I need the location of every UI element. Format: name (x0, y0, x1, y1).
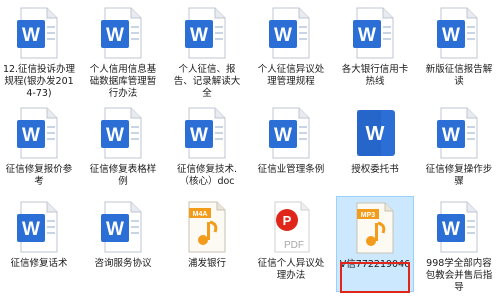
file-label: V信772219046 (339, 259, 411, 270)
file-label: 征信修复报价参考 (5, 164, 73, 187)
word-file-icon: W (269, 107, 310, 159)
file-label: 征信修复话术 (10, 258, 68, 269)
file-label: 浦发银行 (187, 258, 226, 269)
file-label: 授权委托书 (351, 164, 399, 175)
file-item-pdf[interactable]: P PDF 征信个人异议处理办法 (252, 196, 330, 292)
word-file-icon: W (101, 201, 142, 253)
svg-text:W: W (442, 219, 460, 240)
file-label: 个人信用信息基础数据库管理暂行办法 (89, 64, 157, 99)
file-label: 征信修复表格样例 (89, 164, 157, 187)
file-item-word[interactable]: W 个人征信、报告、记录解读大全 (168, 2, 246, 99)
file-label: 征信修复技术.（核心）doc (176, 164, 238, 187)
file-item-word[interactable]: W 征信修复话术 (0, 196, 78, 292)
pdf-badge: PDF (284, 240, 304, 251)
file-item-word[interactable]: W 征信修复技术.（核心）doc (168, 102, 246, 198)
file-label: 咨询服务协议 (94, 258, 152, 269)
svg-text:W: W (22, 219, 40, 240)
file-item-word[interactable]: W 个人信用信息基础数据库管理暂行办法 (84, 2, 162, 99)
file-item-word[interactable]: W 征信业管理条例 (252, 102, 330, 198)
file-label: 征信修复操作步骤 (425, 164, 493, 187)
svg-text:W: W (442, 25, 460, 46)
file-item-word[interactable]: W 咨询服务协议 (84, 196, 162, 292)
file-label: 个人征信、报告、记录解读大全 (173, 64, 241, 99)
file-item-audio-selected[interactable]: MP3 V信772219046 (336, 196, 414, 292)
word-file-icon: W (353, 7, 394, 59)
svg-text:W: W (106, 219, 124, 240)
file-label: 征信个人异议处理办法 (257, 258, 325, 281)
svg-text:W: W (274, 25, 292, 46)
m4a-badge: M4A (193, 211, 208, 218)
word-file-icon: W (17, 107, 58, 159)
word-file-icon: W (437, 201, 478, 253)
svg-text:W: W (106, 25, 124, 46)
word-file-icon: W (269, 7, 310, 59)
svg-text:P: P (283, 213, 292, 228)
file-item-word[interactable]: W 征信修复操作步骤 (420, 102, 498, 198)
svg-text:W: W (106, 125, 124, 146)
file-item-audio[interactable]: M4A 浦发银行 (168, 196, 246, 292)
svg-text:W: W (358, 25, 376, 46)
pdf-file-icon: P PDF (274, 201, 310, 253)
file-item-word[interactable]: W 征信修复表格样例 (84, 102, 162, 198)
file-item-word[interactable]: W 新版征信报告解读 (420, 2, 498, 98)
svg-text:W: W (442, 125, 460, 146)
word-file-icon: W (437, 107, 478, 159)
file-label: 12.征信投诉办理规程(银办发2014-73) (2, 64, 76, 99)
word-file-icon: W (101, 7, 142, 59)
svg-text:W: W (190, 25, 208, 46)
svg-text:W: W (274, 125, 292, 146)
word-file-icon: W (17, 7, 58, 59)
audio-file-icon: MP3 (356, 202, 394, 254)
file-label: 各大银行信用卡热线 (341, 64, 409, 87)
svg-text:W: W (22, 125, 40, 146)
svg-text:W: W (190, 125, 208, 146)
word-file-icon: W (185, 107, 226, 159)
file-item-word[interactable]: W 998学全部内容包教会并售后指导 (420, 196, 498, 293)
file-label: 新版征信报告解读 (425, 64, 493, 87)
word-file-icon: W (101, 107, 142, 159)
word-file-icon: W (437, 7, 478, 59)
file-label: 征信业管理条例 (257, 164, 325, 175)
mp3-badge: MP3 (361, 212, 376, 219)
audio-file-icon: M4A (188, 201, 226, 253)
word-file-icon: W (17, 201, 58, 253)
word-file-icon: W (185, 7, 226, 59)
file-item-word[interactable]: W 个人征信异议处理管理规程 (252, 2, 330, 98)
file-label: 个人征信异议处理管理规程 (257, 64, 325, 87)
file-item-word[interactable]: W 征信修复报价参考 (0, 102, 78, 198)
file-label: 998学全部内容包教会并售后指导 (425, 258, 493, 293)
file-item-word[interactable]: W 12.征信投诉办理规程(银办发2014-73) (0, 2, 78, 99)
file-item-word[interactable]: W 授权委托书 (336, 102, 414, 198)
file-grid: W 12.征信投诉办理规程(银办发2014-73) W 个人信用信息基础数据库管… (0, 0, 500, 296)
file-item-word[interactable]: W 各大银行信用卡热线 (336, 2, 414, 98)
svg-text:W: W (22, 25, 40, 46)
svg-text:W: W (366, 123, 385, 145)
word-file-icon: W (357, 110, 395, 156)
